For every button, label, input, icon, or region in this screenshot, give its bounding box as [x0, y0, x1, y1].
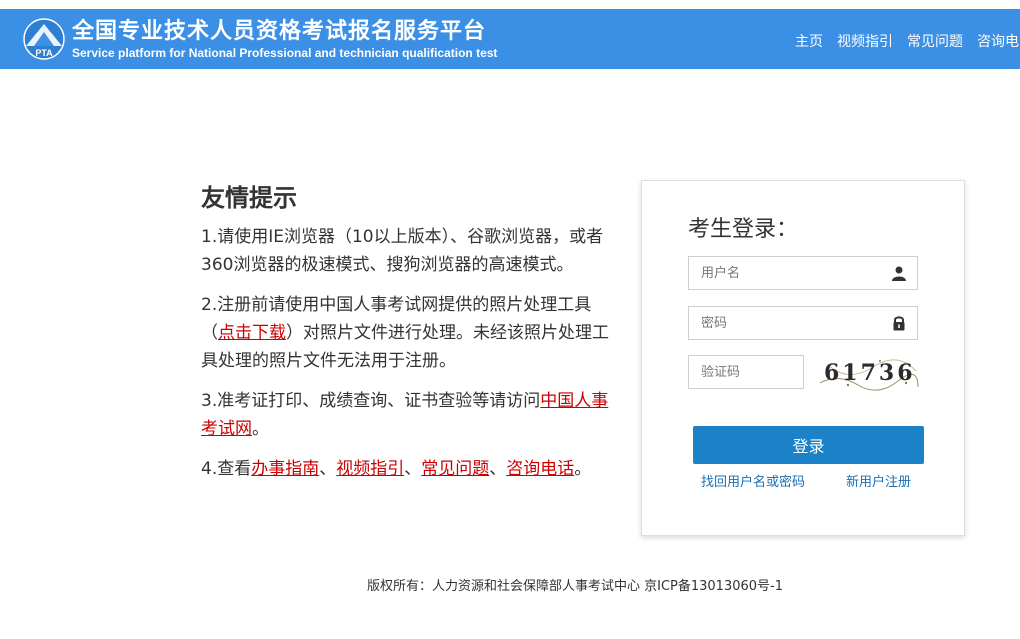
username-field-wrapper — [688, 256, 918, 290]
tip-4-end: 。 — [574, 459, 592, 479]
register-link[interactable]: 新用户注册 — [846, 471, 911, 490]
captcha-image[interactable]: 61736 — [818, 353, 920, 393]
tip-4-text-a: 4.查看 — [201, 459, 252, 479]
nav-home[interactable]: 主页 — [795, 31, 823, 51]
forgot-credentials-link[interactable]: 找回用户名或密码 — [701, 471, 805, 490]
tip-4-sep: 、 — [404, 459, 422, 479]
tip-4-sep: 、 — [319, 459, 337, 479]
password-field-wrapper — [688, 306, 918, 340]
tip-1: 1.请使用IE浏览器（10以上版本）、谷歌浏览器，或者360浏览器的极速模式、搜… — [201, 227, 604, 275]
password-input[interactable] — [699, 307, 893, 339]
top-nav: 主页 视频指引 常见问题 咨询电 — [795, 31, 1019, 51]
tips-title: 友情提示 — [201, 184, 297, 212]
site-subtitle: Service platform for National Profession… — [72, 46, 498, 60]
tip-4: 4.查看办事指南、视频指引、常见问题、咨询电话。 — [201, 455, 621, 483]
captcha-input[interactable] — [699, 356, 803, 388]
username-input[interactable] — [699, 257, 893, 289]
nav-video-guide[interactable]: 视频指引 — [837, 31, 893, 51]
captcha-text: 61736 — [824, 360, 916, 386]
contact-phone-link[interactable]: 咨询电话 — [506, 459, 574, 479]
site-title: 全国专业技术人员资格考试报名服务平台 — [72, 19, 487, 44]
tip-2: 2.注册前请使用中国人事考试网提供的照片处理工具（点击下载）对照片文件进行处理。… — [201, 291, 621, 375]
logo-text: PTA — [35, 48, 53, 58]
guide-link[interactable]: 办事指南 — [251, 459, 319, 479]
tips-section: 友情提示 1.请使用IE浏览器（10以上版本）、谷歌浏览器，或者360浏览器的极… — [201, 178, 621, 495]
footer: 版权所有：人力资源和社会保障部人事考试中心 京ICP备13013060号-1 — [0, 575, 1020, 594]
download-link[interactable]: 点击下载 — [218, 323, 286, 343]
tip-4-sep: 、 — [489, 459, 507, 479]
browser-top-strip — [0, 0, 1020, 9]
video-guide-link[interactable]: 视频指引 — [336, 459, 404, 479]
footer-text: 版权所有：人力资源和社会保障部人事考试中心 京ICP备13013060号-1 — [366, 579, 783, 594]
tip-3: 3.准考证打印、成绩查询、证书查验等请访问中国人事考试网。 — [201, 387, 621, 443]
tip-3-text-b: 。 — [252, 419, 269, 439]
login-panel: 考生登录： 61736 登录 找回用户名或密码 新用户注册 — [641, 180, 965, 536]
nav-faq[interactable]: 常见问题 — [907, 31, 963, 51]
user-icon — [892, 266, 906, 281]
login-button[interactable]: 登录 — [693, 426, 924, 464]
captcha-field-wrapper — [688, 355, 804, 389]
nav-contact[interactable]: 咨询电 — [977, 31, 1019, 51]
faq-link[interactable]: 常见问题 — [421, 459, 489, 479]
tip-3-text-a: 3.准考证打印、成绩查询、证书查验等请访问 — [201, 391, 541, 411]
pta-logo-icon[interactable]: PTA — [20, 18, 68, 60]
login-title: 考生登录： — [688, 217, 799, 242]
lock-icon — [893, 316, 905, 331]
site-header: PTA 全国专业技术人员资格考试报名服务平台 Service platform … — [0, 9, 1020, 69]
login-links: 找回用户名或密码 新用户注册 — [701, 471, 911, 490]
